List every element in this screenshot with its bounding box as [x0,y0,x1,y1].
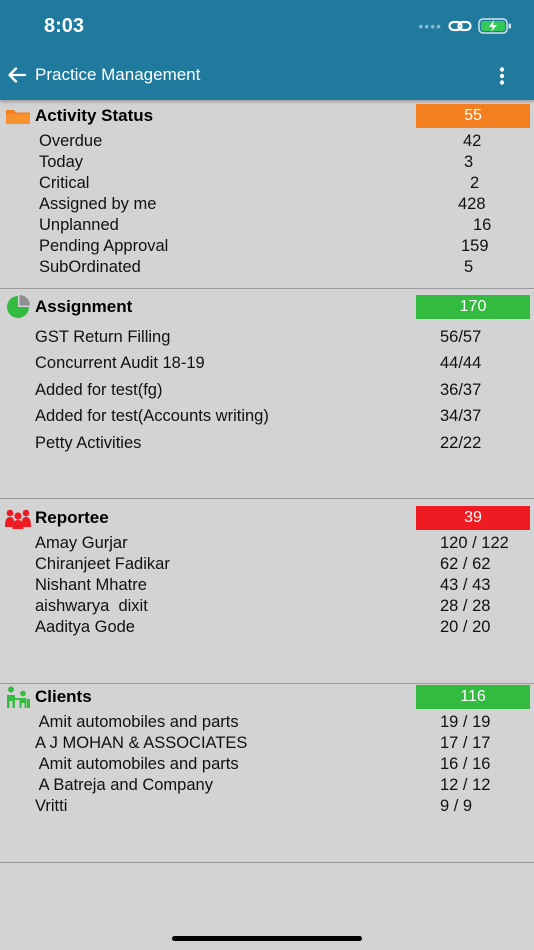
item-label: Overdue [39,132,103,150]
count-badge: 170 [416,295,530,319]
clients-section: Clients 116 Amit automobiles and parts 19… [0,683,534,863]
status-time: 8:03 [44,15,85,37]
item-label: Unplanned [39,216,119,234]
activity-status-header[interactable]: Activity Status 55 [0,102,534,130]
folder-icon [6,110,30,124]
item-label: Assigned by me [39,195,157,213]
count-badge: 55 [416,104,530,128]
item-value: 428 [458,195,486,213]
assignment-header[interactable]: Assignment 170 [0,293,534,321]
item-value: 9 / 9 [440,797,473,815]
item-value: 16 / 16 [440,755,491,773]
signal-icon: •••• [418,18,442,34]
list-item[interactable]: Petty Activities 22/22 [0,434,534,455]
item-label: Added for test(fg) [35,381,163,399]
status-bar: 8:03 •••• [0,0,534,52]
item-label: Amit automobiles and parts [35,713,239,731]
item-value: 22/22 [440,434,482,452]
list-item[interactable]: Overdue 42 [0,132,534,153]
section-title: Reportee [35,508,109,527]
pie-chart-icon [7,295,30,318]
section-title: Clients [35,687,92,706]
item-label: Pending Approval [39,237,169,255]
section-title: Activity Status [35,106,154,125]
item-value: 120 / 122 [440,534,509,552]
more-vert-icon[interactable] [490,66,514,86]
clients-header[interactable]: Clients 116 [0,683,534,711]
reportee-section: Reportee 39 Amay Gurjar 120 / 122 Chiranj… [0,504,534,684]
item-label: SubOrdinated [39,258,141,276]
assignment-section: Assignment 170 GST Return Filling 56/57 C… [0,293,534,499]
status-icons: •••• [418,17,512,35]
count-badge: 116 [416,685,530,709]
list-item[interactable]: Pending Approval 159 [0,237,534,258]
list-item[interactable]: GST Return Filling 56/57 [0,328,534,349]
item-value: 34/37 [440,407,482,425]
list-item[interactable]: Assigned by me 428 [0,195,534,216]
list-item[interactable]: Added for test(fg) 36/37 [0,381,534,402]
item-value: 3 [464,153,474,171]
item-value: 28 / 28 [440,597,491,615]
list-item[interactable]: Vritti 9 / 9 [0,797,534,818]
list-item[interactable]: Chiranjeet Fadikar 62 / 62 [0,555,534,576]
item-label: Petty Activities [35,434,142,452]
list-item[interactable]: SubOrdinated 5 [0,258,534,279]
page-title: Practice Management [35,65,201,84]
item-label: A Batreja and Company [35,776,213,794]
list-item[interactable]: Aaditya Gode 20 / 20 [0,618,534,639]
home-indicator[interactable] [172,936,362,941]
item-label: aishwarya dixit [35,597,148,615]
item-value: 62 / 62 [440,555,491,573]
item-label: A J MOHAN & ASSOCIATES [35,734,248,752]
activity-status-section: Activity Status 55 Overdue 42 Today 3 Crit… [0,102,534,289]
item-value: 56/57 [440,328,482,346]
people-icon [5,509,31,529]
item-value: 36/37 [440,381,482,399]
back-arrow-icon[interactable] [6,64,28,86]
item-label: Concurrent Audit 18-19 [35,354,205,372]
item-value: 2 [470,174,480,192]
item-value: 16 [473,216,492,234]
list-item[interactable]: Today 3 [0,153,534,174]
list-item[interactable]: Amay Gurjar 120 / 122 [0,534,534,555]
list-item[interactable]: aishwarya dixit 28 / 28 [0,597,534,618]
clients-icon [7,686,30,708]
list-item[interactable]: A Batreja and Company 12 / 12 [0,776,534,797]
item-label: Chiranjeet Fadikar [35,555,170,573]
item-value: 5 [464,258,474,276]
item-label: Critical [39,174,90,192]
reportee-header[interactable]: Reportee 39 [0,504,534,532]
item-label: Added for test(Accounts writing) [35,407,269,425]
item-value: 17 / 17 [440,734,491,752]
item-value: 19 / 19 [440,713,491,731]
item-value: 159 [461,237,489,255]
item-label: Nishant Mhatre [35,576,147,594]
list-item[interactable]: Critical 2 [0,174,534,195]
section-title: Assignment [35,297,133,316]
list-item[interactable]: Amit automobiles and parts 19 / 19 [0,713,534,734]
list-item[interactable]: Added for test(Accounts writing) 34/37 [0,407,534,428]
battery-charging-icon [478,18,511,34]
link-icon [448,20,472,32]
item-value: 44/44 [440,354,482,372]
count-badge: 39 [416,506,530,530]
item-label: Aaditya Gode [35,618,135,636]
item-value: 42 [463,132,482,150]
item-label: Today [39,153,84,171]
list-item[interactable]: Amit automobiles and parts 16 / 16 [0,755,534,776]
item-value: 43 / 43 [440,576,491,594]
item-value: 12 / 12 [440,776,491,794]
item-label: Amay Gurjar [35,534,128,552]
list-item[interactable]: Unplanned 16 [0,216,534,237]
app-bar: Practice Management [0,52,534,100]
item-label: GST Return Filling [35,328,171,346]
list-item[interactable]: A J MOHAN & ASSOCIATES 17 / 17 [0,734,534,755]
list-item[interactable]: Concurrent Audit 18-19 44/44 [0,354,534,375]
item-label: Vritti [35,797,68,815]
list-item[interactable]: Nishant Mhatre 43 / 43 [0,576,534,597]
item-label: Amit automobiles and parts [35,755,239,773]
item-value: 20 / 20 [440,618,491,636]
